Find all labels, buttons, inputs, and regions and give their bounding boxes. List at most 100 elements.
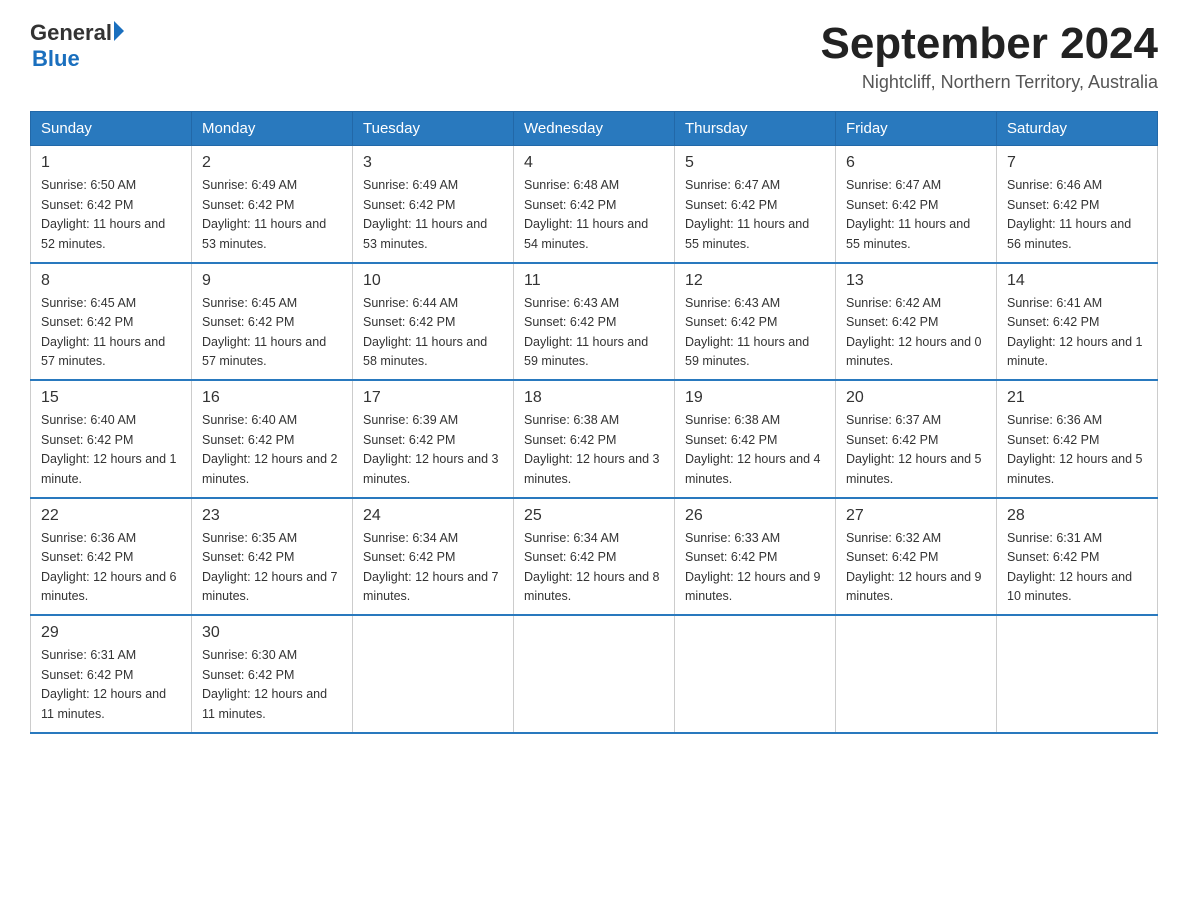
day-number: 10 [363, 272, 503, 290]
calendar-cell: 10 Sunrise: 6:44 AM Sunset: 6:42 PM Dayl… [353, 263, 514, 381]
day-number: 4 [524, 154, 664, 172]
page-header: General Blue September 2024 Nightcliff, … [30, 20, 1158, 93]
calendar-cell: 19 Sunrise: 6:38 AM Sunset: 6:42 PM Dayl… [675, 380, 836, 498]
calendar-cell: 8 Sunrise: 6:45 AM Sunset: 6:42 PM Dayli… [31, 263, 192, 381]
day-info: Sunrise: 6:47 AM Sunset: 6:42 PM Dayligh… [685, 176, 825, 254]
day-info: Sunrise: 6:46 AM Sunset: 6:42 PM Dayligh… [1007, 176, 1147, 254]
calendar-cell: 13 Sunrise: 6:42 AM Sunset: 6:42 PM Dayl… [836, 263, 997, 381]
weekday-header-sunday: Sunday [31, 112, 192, 146]
day-info: Sunrise: 6:43 AM Sunset: 6:42 PM Dayligh… [685, 294, 825, 372]
day-number: 24 [363, 507, 503, 525]
day-number: 16 [202, 389, 342, 407]
day-info: Sunrise: 6:37 AM Sunset: 6:42 PM Dayligh… [846, 411, 986, 489]
calendar-week-row: 8 Sunrise: 6:45 AM Sunset: 6:42 PM Dayli… [31, 263, 1158, 381]
day-info: Sunrise: 6:49 AM Sunset: 6:42 PM Dayligh… [363, 176, 503, 254]
calendar-cell: 11 Sunrise: 6:43 AM Sunset: 6:42 PM Dayl… [514, 263, 675, 381]
day-number: 28 [1007, 507, 1147, 525]
day-info: Sunrise: 6:33 AM Sunset: 6:42 PM Dayligh… [685, 529, 825, 607]
calendar-cell: 21 Sunrise: 6:36 AM Sunset: 6:42 PM Dayl… [997, 380, 1158, 498]
calendar-cell: 27 Sunrise: 6:32 AM Sunset: 6:42 PM Dayl… [836, 498, 997, 616]
calendar-cell: 28 Sunrise: 6:31 AM Sunset: 6:42 PM Dayl… [997, 498, 1158, 616]
day-info: Sunrise: 6:40 AM Sunset: 6:42 PM Dayligh… [202, 411, 342, 489]
calendar-cell: 2 Sunrise: 6:49 AM Sunset: 6:42 PM Dayli… [192, 146, 353, 263]
day-info: Sunrise: 6:38 AM Sunset: 6:42 PM Dayligh… [685, 411, 825, 489]
calendar-cell: 5 Sunrise: 6:47 AM Sunset: 6:42 PM Dayli… [675, 146, 836, 263]
title-section: September 2024 Nightcliff, Northern Terr… [820, 20, 1158, 93]
calendar-cell: 9 Sunrise: 6:45 AM Sunset: 6:42 PM Dayli… [192, 263, 353, 381]
day-info: Sunrise: 6:49 AM Sunset: 6:42 PM Dayligh… [202, 176, 342, 254]
calendar-body: 1 Sunrise: 6:50 AM Sunset: 6:42 PM Dayli… [31, 146, 1158, 733]
calendar-cell: 3 Sunrise: 6:49 AM Sunset: 6:42 PM Dayli… [353, 146, 514, 263]
weekday-header-row: SundayMondayTuesdayWednesdayThursdayFrid… [31, 112, 1158, 146]
day-info: Sunrise: 6:36 AM Sunset: 6:42 PM Dayligh… [1007, 411, 1147, 489]
day-info: Sunrise: 6:45 AM Sunset: 6:42 PM Dayligh… [202, 294, 342, 372]
day-number: 25 [524, 507, 664, 525]
day-number: 27 [846, 507, 986, 525]
day-info: Sunrise: 6:45 AM Sunset: 6:42 PM Dayligh… [41, 294, 181, 372]
weekday-header-tuesday: Tuesday [353, 112, 514, 146]
day-info: Sunrise: 6:40 AM Sunset: 6:42 PM Dayligh… [41, 411, 181, 489]
day-number: 29 [41, 624, 181, 642]
calendar-week-row: 29 Sunrise: 6:31 AM Sunset: 6:42 PM Dayl… [31, 615, 1158, 733]
day-number: 6 [846, 154, 986, 172]
day-number: 15 [41, 389, 181, 407]
day-info: Sunrise: 6:50 AM Sunset: 6:42 PM Dayligh… [41, 176, 181, 254]
calendar-cell: 24 Sunrise: 6:34 AM Sunset: 6:42 PM Dayl… [353, 498, 514, 616]
calendar-cell: 1 Sunrise: 6:50 AM Sunset: 6:42 PM Dayli… [31, 146, 192, 263]
day-info: Sunrise: 6:31 AM Sunset: 6:42 PM Dayligh… [1007, 529, 1147, 607]
day-info: Sunrise: 6:43 AM Sunset: 6:42 PM Dayligh… [524, 294, 664, 372]
day-number: 23 [202, 507, 342, 525]
calendar-cell: 25 Sunrise: 6:34 AM Sunset: 6:42 PM Dayl… [514, 498, 675, 616]
day-info: Sunrise: 6:34 AM Sunset: 6:42 PM Dayligh… [363, 529, 503, 607]
day-number: 2 [202, 154, 342, 172]
day-number: 26 [685, 507, 825, 525]
weekday-header-monday: Monday [192, 112, 353, 146]
calendar-cell: 18 Sunrise: 6:38 AM Sunset: 6:42 PM Dayl… [514, 380, 675, 498]
day-number: 30 [202, 624, 342, 642]
day-number: 8 [41, 272, 181, 290]
day-info: Sunrise: 6:48 AM Sunset: 6:42 PM Dayligh… [524, 176, 664, 254]
calendar-cell: 23 Sunrise: 6:35 AM Sunset: 6:42 PM Dayl… [192, 498, 353, 616]
calendar-cell: 6 Sunrise: 6:47 AM Sunset: 6:42 PM Dayli… [836, 146, 997, 263]
calendar-cell [997, 615, 1158, 733]
day-info: Sunrise: 6:34 AM Sunset: 6:42 PM Dayligh… [524, 529, 664, 607]
day-info: Sunrise: 6:42 AM Sunset: 6:42 PM Dayligh… [846, 294, 986, 372]
day-info: Sunrise: 6:41 AM Sunset: 6:42 PM Dayligh… [1007, 294, 1147, 372]
weekday-header-friday: Friday [836, 112, 997, 146]
day-number: 3 [363, 154, 503, 172]
weekday-header-thursday: Thursday [675, 112, 836, 146]
day-info: Sunrise: 6:39 AM Sunset: 6:42 PM Dayligh… [363, 411, 503, 489]
weekday-header-wednesday: Wednesday [514, 112, 675, 146]
day-number: 17 [363, 389, 503, 407]
calendar-table: SundayMondayTuesdayWednesdayThursdayFrid… [30, 111, 1158, 734]
day-info: Sunrise: 6:35 AM Sunset: 6:42 PM Dayligh… [202, 529, 342, 607]
day-number: 20 [846, 389, 986, 407]
calendar-cell: 14 Sunrise: 6:41 AM Sunset: 6:42 PM Dayl… [997, 263, 1158, 381]
calendar-cell [675, 615, 836, 733]
logo-arrow-icon [114, 21, 124, 41]
day-number: 22 [41, 507, 181, 525]
day-info: Sunrise: 6:30 AM Sunset: 6:42 PM Dayligh… [202, 646, 342, 724]
day-info: Sunrise: 6:47 AM Sunset: 6:42 PM Dayligh… [846, 176, 986, 254]
calendar-week-row: 15 Sunrise: 6:40 AM Sunset: 6:42 PM Dayl… [31, 380, 1158, 498]
day-number: 5 [685, 154, 825, 172]
day-number: 7 [1007, 154, 1147, 172]
calendar-week-row: 22 Sunrise: 6:36 AM Sunset: 6:42 PM Dayl… [31, 498, 1158, 616]
day-info: Sunrise: 6:44 AM Sunset: 6:42 PM Dayligh… [363, 294, 503, 372]
month-year-title: September 2024 [820, 20, 1158, 68]
logo-general: General [30, 20, 112, 46]
day-number: 9 [202, 272, 342, 290]
day-number: 21 [1007, 389, 1147, 407]
day-number: 13 [846, 272, 986, 290]
location-subtitle: Nightcliff, Northern Territory, Australi… [820, 72, 1158, 93]
day-info: Sunrise: 6:38 AM Sunset: 6:42 PM Dayligh… [524, 411, 664, 489]
day-info: Sunrise: 6:36 AM Sunset: 6:42 PM Dayligh… [41, 529, 181, 607]
calendar-week-row: 1 Sunrise: 6:50 AM Sunset: 6:42 PM Dayli… [31, 146, 1158, 263]
day-number: 12 [685, 272, 825, 290]
logo-blue-text: Blue [32, 46, 124, 72]
calendar-header: SundayMondayTuesdayWednesdayThursdayFrid… [31, 112, 1158, 146]
calendar-cell: 16 Sunrise: 6:40 AM Sunset: 6:42 PM Dayl… [192, 380, 353, 498]
calendar-cell: 7 Sunrise: 6:46 AM Sunset: 6:42 PM Dayli… [997, 146, 1158, 263]
day-number: 18 [524, 389, 664, 407]
day-number: 1 [41, 154, 181, 172]
